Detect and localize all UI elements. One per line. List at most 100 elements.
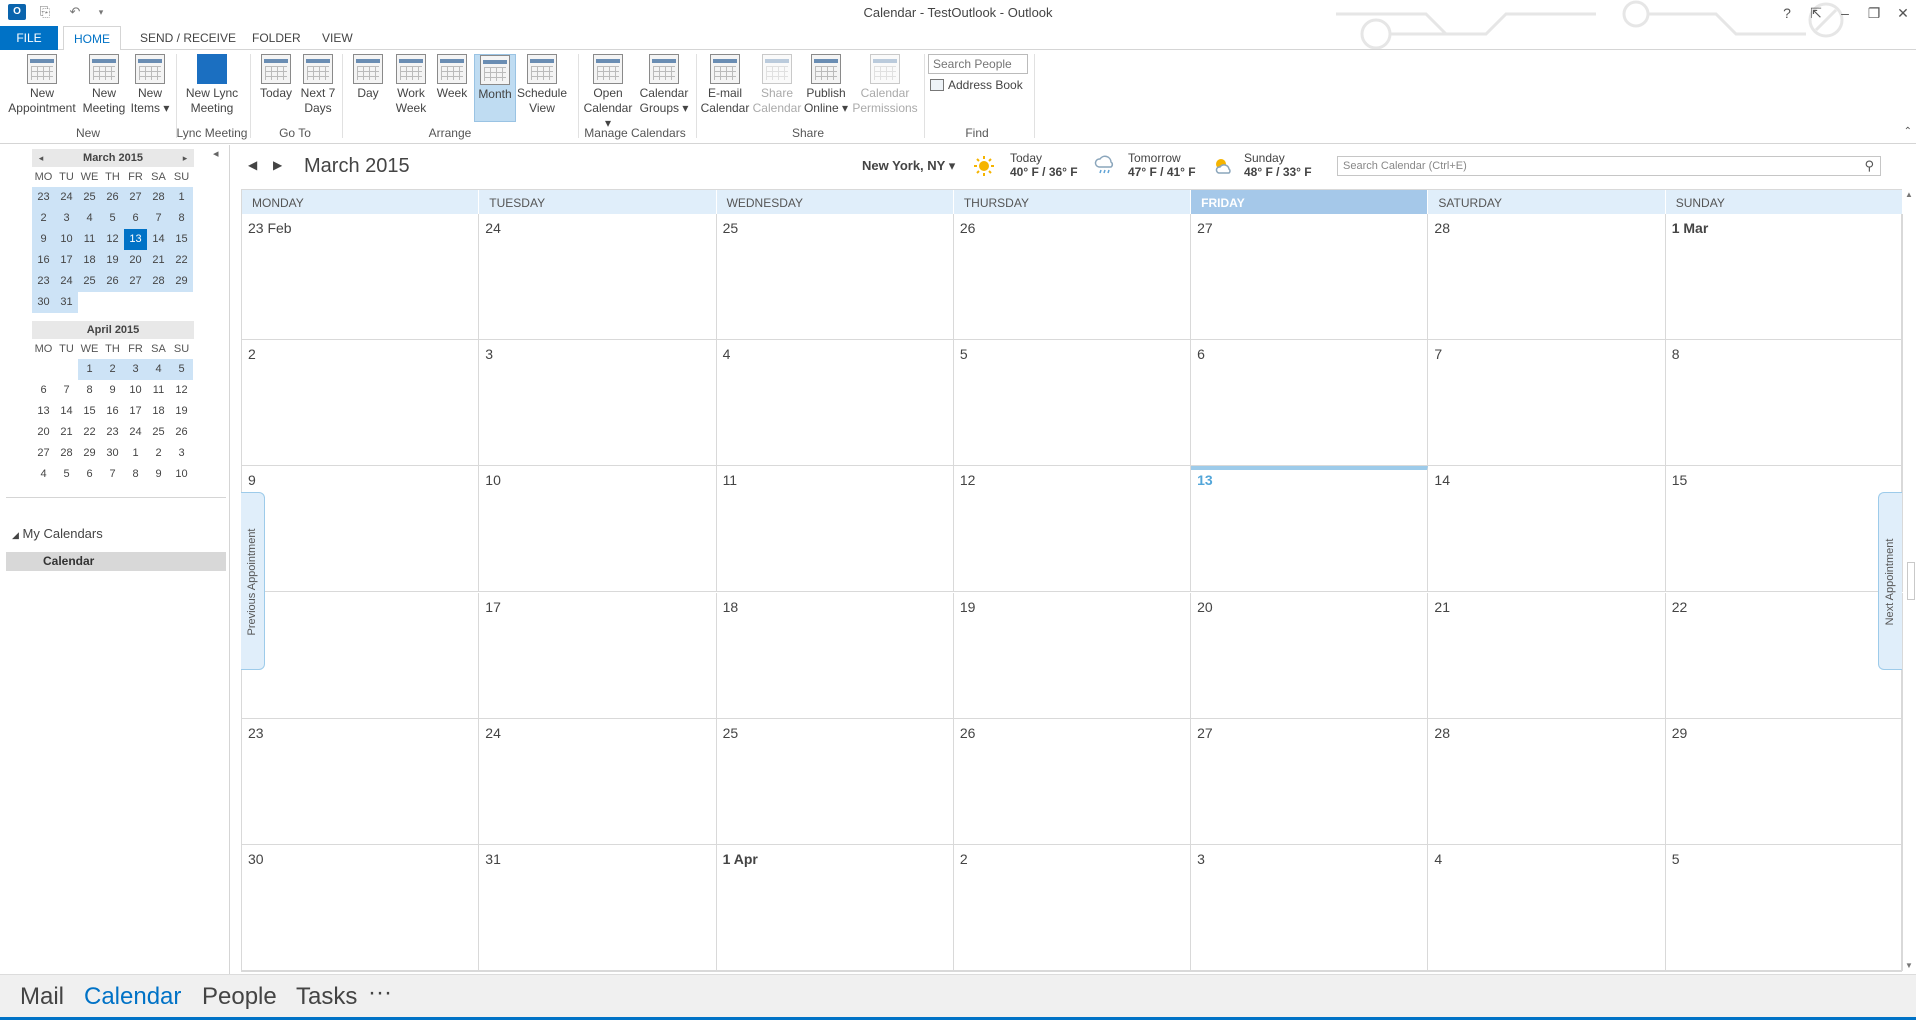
day-cell[interactable]: 7 xyxy=(1428,340,1666,467)
next-month-icon[interactable]: ▶ xyxy=(273,158,282,172)
email-calendar-button[interactable]: E-mail Calendar xyxy=(700,54,750,116)
day-cell[interactable]: 10 xyxy=(479,466,717,593)
day-cell[interactable]: 22 xyxy=(1665,592,1903,719)
day-cell[interactable]: 23 xyxy=(242,718,480,845)
mini-calendar-day[interactable]: 1 xyxy=(124,443,147,464)
mini-calendar-day[interactable]: 7 xyxy=(55,380,78,401)
mini-calendar-day[interactable]: 21 xyxy=(147,250,170,271)
mini-calendar-day[interactable]: 3 xyxy=(170,443,193,464)
mini-calendar-day[interactable]: 24 xyxy=(124,422,147,443)
collapse-ribbon-icon[interactable]: ⌃ xyxy=(1904,126,1912,137)
day-cell[interactable]: 11 xyxy=(716,466,954,593)
tab-home[interactable]: HOME xyxy=(63,26,121,51)
day-cell[interactable]: 27 xyxy=(1191,718,1429,845)
mini-calendar-day[interactable]: 27 xyxy=(124,271,147,292)
nav-tasks[interactable]: Tasks xyxy=(296,983,357,1011)
day-cell[interactable]: 25 xyxy=(716,718,954,845)
day-cell[interactable]: 18 xyxy=(716,592,954,719)
mini-calendar-day[interactable]: 4 xyxy=(78,208,101,229)
mini-calendar-day[interactable]: 17 xyxy=(124,401,147,422)
mini-calendar-day[interactable]: 9 xyxy=(101,380,124,401)
day-cell[interactable]: 24 xyxy=(479,718,717,845)
day-cell[interactable]: 2 xyxy=(242,340,480,467)
mini-calendar-day[interactable]: 25 xyxy=(147,422,170,443)
mini-calendar-day[interactable]: 17 xyxy=(55,250,78,271)
mini-calendar-day[interactable]: 11 xyxy=(78,229,101,250)
mini-calendar-day[interactable]: 1 xyxy=(170,187,193,208)
search-people-input[interactable] xyxy=(928,54,1028,74)
mini-calendar-day[interactable]: 12 xyxy=(101,229,124,250)
publish-online-button[interactable]: Publish Online ▾ xyxy=(802,54,850,116)
help-button[interactable]: ? xyxy=(1774,2,1800,24)
mini-calendar-day[interactable]: 28 xyxy=(55,443,78,464)
mini-calendar-day[interactable]: 22 xyxy=(170,250,193,271)
mini-calendar-day[interactable]: 19 xyxy=(101,250,124,271)
day-cell[interactable]: 5 xyxy=(1665,844,1903,971)
vertical-scrollbar[interactable]: ▲ ▼ xyxy=(1904,190,1916,970)
day-cell[interactable]: 27 xyxy=(1191,214,1429,341)
scroll-up-icon[interactable]: ▲ xyxy=(1905,190,1913,199)
day-cell[interactable]: 3 xyxy=(479,340,717,467)
mini-calendar-day[interactable]: 13 xyxy=(124,229,147,250)
mini-calendar-day[interactable]: 10 xyxy=(170,464,193,485)
calendar-groups-button[interactable]: Calendar Groups ▾ xyxy=(636,54,692,116)
mini-calendar-day[interactable]: 30 xyxy=(32,292,55,313)
mini-calendar-day[interactable]: 8 xyxy=(170,208,193,229)
mini-calendar-day[interactable]: 28 xyxy=(147,271,170,292)
tab-send-receive[interactable]: SEND / RECEIVE xyxy=(130,26,246,50)
mini-calendar-day[interactable]: 31 xyxy=(55,292,78,313)
mini-calendar-day[interactable]: 21 xyxy=(55,422,78,443)
mini-calendar-day[interactable]: 4 xyxy=(147,359,170,380)
mini-calendar-day[interactable]: 8 xyxy=(78,380,101,401)
mini-calendar-day[interactable]: 9 xyxy=(32,229,55,250)
open-calendar-button[interactable]: Open Calendar ▾ xyxy=(580,54,636,131)
mini-calendar-day[interactable]: 25 xyxy=(78,271,101,292)
day-cell[interactable]: 30 xyxy=(242,844,480,971)
mini-calendar-day[interactable]: 16 xyxy=(101,401,124,422)
next-7-days-button[interactable]: Next 7 Days xyxy=(298,54,338,116)
mini-calendar-day[interactable]: 20 xyxy=(32,422,55,443)
day-cell[interactable]: 12 xyxy=(953,466,1192,593)
day-cell[interactable]: 29 xyxy=(1665,718,1903,845)
week-view-button[interactable]: Week xyxy=(432,54,472,101)
day-cell[interactable]: 26 xyxy=(953,214,1192,341)
mini-calendar-day[interactable]: 1 xyxy=(78,359,101,380)
mini-calendar-day[interactable]: 26 xyxy=(170,422,193,443)
weather-location-dropdown[interactable]: New York, NY ▾ xyxy=(862,158,955,174)
new-items-button[interactable]: New Items ▾ xyxy=(128,54,172,116)
today-button[interactable]: Today xyxy=(254,54,298,101)
day-cell[interactable]: 13 xyxy=(1191,466,1429,593)
nav-calendar[interactable]: Calendar xyxy=(84,983,181,1011)
mini-calendar-day[interactable]: 29 xyxy=(78,443,101,464)
mini-calendar-day[interactable]: 5 xyxy=(170,359,193,380)
mini-calendar-day[interactable]: 5 xyxy=(55,464,78,485)
day-cell[interactable]: 9 xyxy=(242,466,480,593)
mini-calendar-day[interactable]: 24 xyxy=(55,187,78,208)
calendar-permissions-button[interactable]: Calendar Permissions xyxy=(852,54,918,116)
mini-calendar-day[interactable]: 2 xyxy=(101,359,124,380)
day-cell[interactable]: 23 Feb xyxy=(242,214,480,341)
mini-calendar-day[interactable]: 3 xyxy=(55,208,78,229)
mini-calendar-day[interactable]: 29 xyxy=(170,271,193,292)
mini-calendar-day[interactable]: 27 xyxy=(32,443,55,464)
day-cell[interactable]: 25 xyxy=(716,214,954,341)
nav-people[interactable]: People xyxy=(202,983,277,1011)
share-calendar-button[interactable]: Share Calendar xyxy=(752,54,802,116)
calendar-folder-item[interactable]: Calendar xyxy=(6,552,226,571)
day-cell[interactable]: 28 xyxy=(1428,718,1666,845)
nav-mail[interactable]: Mail xyxy=(20,983,64,1011)
new-appointment-button[interactable]: New Appointment xyxy=(4,54,80,116)
mini-calendar-day[interactable]: 6 xyxy=(124,208,147,229)
scrollbar-thumb[interactable] xyxy=(1907,562,1915,600)
day-cell[interactable]: 26 xyxy=(953,718,1192,845)
tab-file[interactable]: FILE xyxy=(0,26,58,50)
day-cell[interactable]: 2 xyxy=(953,844,1192,971)
mini-calendar-day[interactable]: 25 xyxy=(78,187,101,208)
mini-calendar-day[interactable]: 9 xyxy=(147,464,170,485)
mini-calendar-day[interactable]: 7 xyxy=(147,208,170,229)
new-lync-meeting-button[interactable]: New Lync Meeting xyxy=(182,54,242,116)
day-cell[interactable]: 21 xyxy=(1428,592,1666,719)
mini-calendar-day[interactable]: 13 xyxy=(32,401,55,422)
mini-calendar-day[interactable]: 16 xyxy=(32,250,55,271)
new-meeting-button[interactable]: New Meeting xyxy=(80,54,128,116)
